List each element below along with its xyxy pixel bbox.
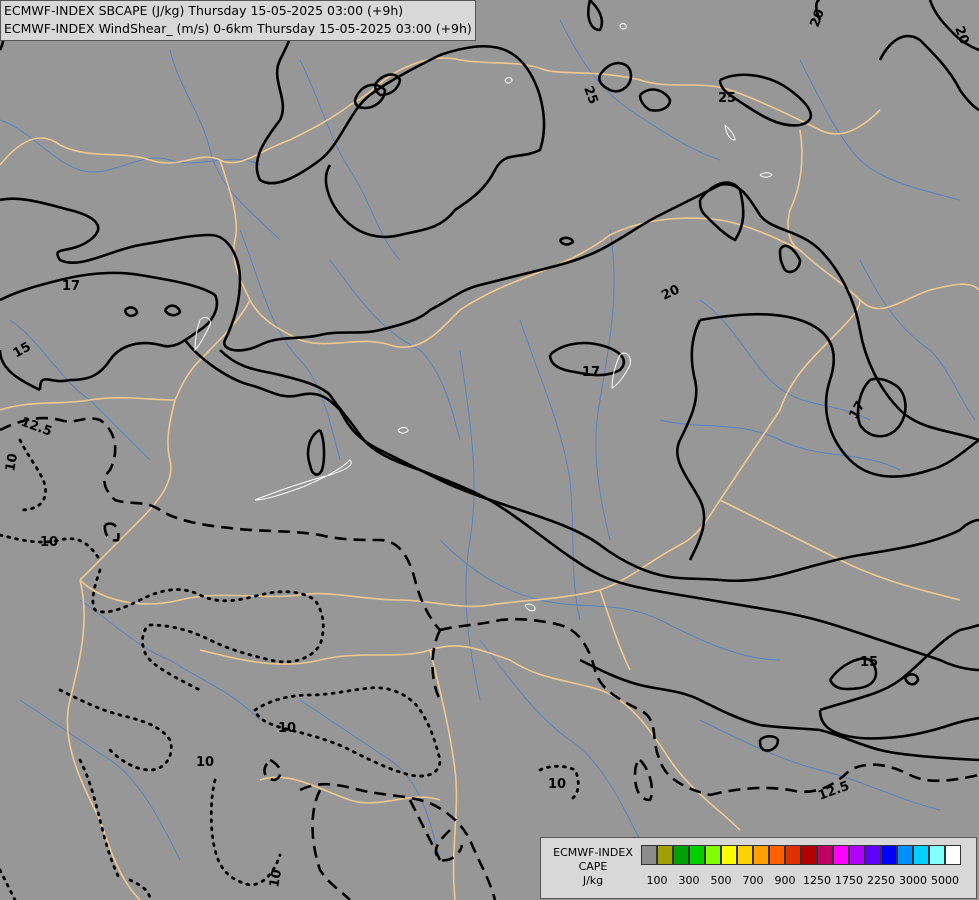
legend-tick-label: 100 xyxy=(646,874,668,887)
legend-swatch xyxy=(689,845,705,865)
contour-label: 10 xyxy=(3,452,21,472)
contour-label: 25 xyxy=(718,91,736,106)
legend-tick-label: 300 xyxy=(678,874,700,887)
title-line-windshear: ECMWF-INDEX WindShear_ (m/s) 0-6km Thurs… xyxy=(4,21,472,36)
map-background xyxy=(0,0,979,900)
map-title-box: ECMWF-INDEX SBCAPE (J/kg) Thursday 15-05… xyxy=(0,0,476,41)
weather-map: 20 20 25 25 20 17 17 15 17 12.5 10 10 15… xyxy=(0,0,979,900)
contour-label: 10 xyxy=(40,535,58,550)
legend-tick-label: 3000 xyxy=(899,874,927,887)
legend-swatch xyxy=(865,845,881,865)
legend-swatch xyxy=(769,845,785,865)
legend-tick-label: 5000 xyxy=(931,874,959,887)
legend-title: ECMWF-INDEX CAPE J/kg xyxy=(545,846,641,888)
legend-swatch xyxy=(897,845,913,865)
legend-swatch xyxy=(817,845,833,865)
legend-swatch xyxy=(881,845,897,865)
legend-title-line3: J/kg xyxy=(582,874,604,887)
legend-tick-label: 700 xyxy=(742,874,764,887)
legend-swatch xyxy=(721,845,737,865)
legend-swatch xyxy=(673,845,689,865)
cape-legend: ECMWF-INDEX CAPE J/kg 100 300 500 700 900 125… xyxy=(540,837,977,899)
contour-label: 10 xyxy=(548,777,566,792)
contour-label: 10 xyxy=(267,868,285,888)
legend-swatch xyxy=(913,845,929,865)
legend-title-line1: ECMWF-INDEX xyxy=(553,846,633,859)
legend-swatch xyxy=(657,845,673,865)
legend-tick-label: 2250 xyxy=(867,874,895,887)
legend-swatch xyxy=(929,845,945,865)
legend-tick-label: 1750 xyxy=(835,874,863,887)
legend-tick-label: 500 xyxy=(710,874,732,887)
contour-label: 17 xyxy=(62,279,80,294)
legend-swatch xyxy=(801,845,817,865)
legend-swatch xyxy=(705,845,721,865)
title-line-cape: ECMWF-INDEX SBCAPE (J/kg) Thursday 15-05… xyxy=(4,3,404,18)
contour-label: 10 xyxy=(278,721,296,736)
legend-tick-label: 900 xyxy=(774,874,796,887)
legend-title-line2: CAPE xyxy=(578,860,608,873)
legend-swatch xyxy=(785,845,801,865)
contour-label: 17 xyxy=(582,365,600,380)
legend-swatch xyxy=(641,845,657,865)
legend-swatch xyxy=(737,845,753,865)
legend-swatch xyxy=(945,845,961,865)
contour-label: 10 xyxy=(196,755,214,770)
contour-label: 15 xyxy=(860,655,878,670)
legend-swatch xyxy=(833,845,849,865)
legend-tick-label: 1250 xyxy=(803,874,831,887)
legend-ticks: 100 300 500 700 900 1250 1750 2250 3000 5000 xyxy=(641,874,971,888)
legend-swatches xyxy=(641,845,961,865)
legend-swatch xyxy=(849,845,865,865)
legend-swatch xyxy=(753,845,769,865)
